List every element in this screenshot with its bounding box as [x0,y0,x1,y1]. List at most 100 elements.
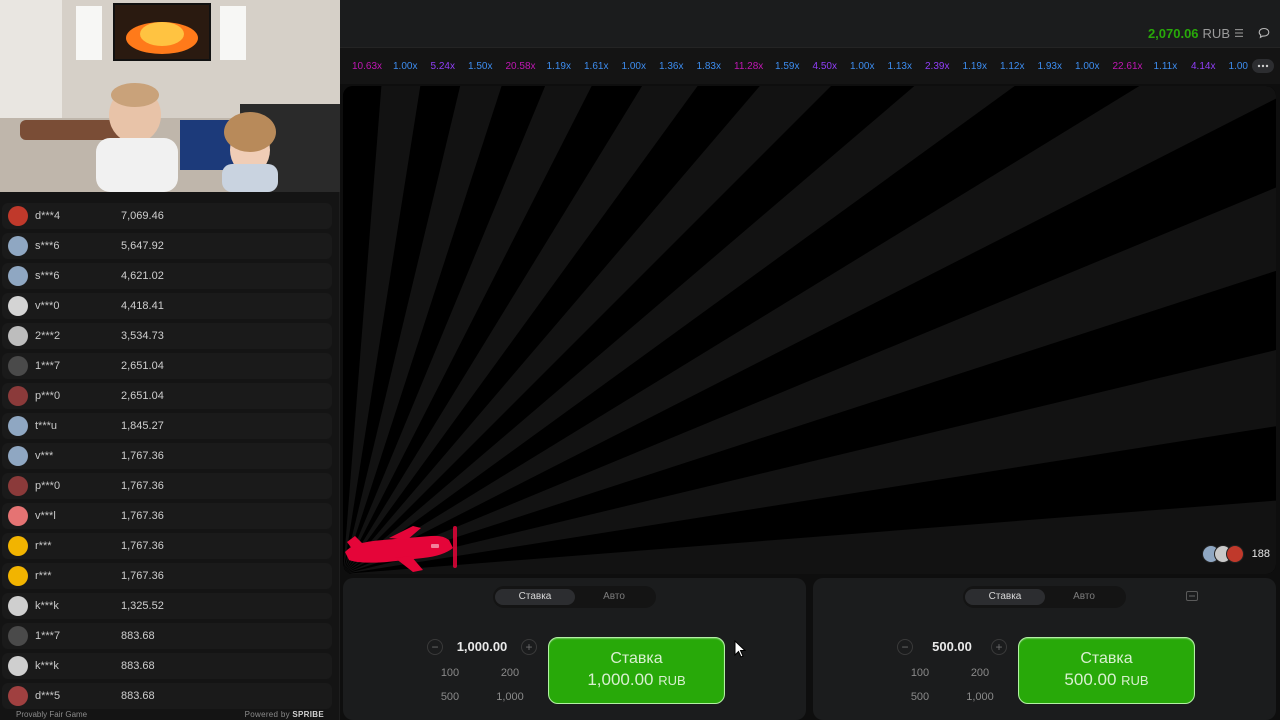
bet-username: k***k [35,600,59,612]
user-avatar [8,566,28,586]
bet-row: d***4 7,069.46 [2,203,332,229]
multiplier-chip[interactable]: 1.19x [547,61,571,72]
multiplier-chip[interactable]: 1.00x [622,61,646,72]
decrease-bet-button[interactable]: − [427,639,443,655]
balance-currency: RUB [1202,26,1230,41]
multiplier-chip[interactable]: 1.61x [584,61,608,72]
quick-amount-500[interactable]: 500 [428,688,472,706]
bet-username: r*** [35,570,52,582]
quick-amount-1000[interactable]: 1,000 [488,688,532,706]
multiplier-chip[interactable]: 1.59x [775,61,799,72]
bet-username: s***6 [35,270,60,282]
chat-bubble-icon[interactable] [1258,27,1270,39]
bet-username: v*** [35,450,54,462]
bet-row: 1***7 2,651.04 [2,353,332,379]
bet-username: p***0 [35,480,61,492]
tab-bet[interactable]: Ставка [495,589,575,605]
bet-row: p***0 2,651.04 [2,383,332,409]
quick-amount-200[interactable]: 200 [488,664,532,682]
bet-username: s***6 [35,240,60,252]
quick-amount-200[interactable]: 200 [958,664,1002,682]
history-more-button[interactable] [1252,59,1274,73]
multiplier-chip[interactable]: 1.50x [468,61,492,72]
multiplier-chip[interactable]: 4.50x [813,61,837,72]
bet-row: t***u 1,845.27 [2,413,332,439]
multiplier-chip[interactable]: 1.11x [1154,61,1178,72]
bet-amount: 1,767.36 [121,480,164,492]
bet-button-label: Ставка [1080,650,1133,667]
multiplier-chip[interactable]: 1.00x [850,61,874,72]
user-avatar [8,386,28,406]
increase-bet-button[interactable]: + [991,639,1007,655]
bet-amount: 883.68 [121,630,155,642]
bet-row: p***0 1,767.36 [2,473,332,499]
hamburger-menu-icon[interactable] [1234,28,1244,38]
bet-button-amount-line: 500.00 RUB [1019,670,1194,690]
multiplier-chip[interactable]: 11.28x [734,61,763,72]
multiplier-chip[interactable]: 1.19x [963,61,987,72]
bet-amount-input[interactable]: 1,000.00 [443,639,521,654]
multiplier-chip[interactable]: 1.13x [888,61,912,72]
multiplier-chip[interactable]: 20.58x [506,61,536,72]
tab-bet[interactable]: Ставка [965,589,1045,605]
multiplier-chip[interactable]: 1.36x [659,61,683,72]
bet-amount: 1,767.36 [121,510,164,522]
player-avatar [1225,545,1244,563]
players-online: 188 [1201,542,1270,566]
multiplier-chip[interactable]: 1.00x [393,61,417,72]
bet-amount: 1,767.36 [121,450,164,462]
multiplier-chip[interactable]: 10.63x [352,61,382,72]
bet-row: k***k 883.68 [2,653,332,679]
bet-username: 1***7 [35,630,61,642]
multiplier-chip[interactable]: 4.14x [1191,61,1215,72]
bet-amount: 2,651.04 [121,360,164,372]
spribe-logo: SPRIBE [292,710,324,719]
balance-amount: 2,070.06 [1147,26,1199,41]
bet-username: r*** [35,540,52,552]
multiplier-chip[interactable]: 1.00 [1229,61,1248,72]
place-bet-button[interactable]: Ставка 1,000.00 RUB [548,637,725,704]
tab-auto[interactable]: Авто [1044,589,1124,605]
user-avatar [8,506,28,526]
players-count: 188 [1251,548,1270,560]
bet-amount: 7,069.46 [121,210,164,222]
user-avatar [8,236,28,256]
powered-by: Powered by SPRIBE [245,710,324,719]
multiplier-chip[interactable]: 2.39x [925,61,949,72]
remove-panel-icon[interactable] [1186,591,1198,601]
webcam-overlay [0,0,340,192]
bet-row: v***0 4,418.41 [2,293,332,319]
bet-button-currency: RUB [1121,673,1149,688]
user-avatar [8,536,28,556]
bet-amount-input[interactable]: 500.00 [913,639,991,654]
quick-amount-500[interactable]: 500 [898,688,942,706]
increase-bet-button[interactable]: + [521,639,537,655]
quick-amount-100[interactable]: 100 [428,664,472,682]
bet-button-amount-line: 1,000.00 RUB [549,670,724,690]
multiplier-chip[interactable]: 1.00x [1075,61,1099,72]
multiplier-history: 10.63x 1.00x 5.24x 1.50x 20.58x 1.19x 1.61x 1.0… [340,48,1280,84]
user-avatar [8,686,28,706]
multiplier-chip[interactable]: 22.61x [1113,61,1143,72]
user-avatar [8,356,28,376]
provably-fair-link[interactable]: Provably Fair Game [16,710,87,719]
bet-row: k***k 1,325.52 [2,593,332,619]
multiplier-chip[interactable]: 1.93x [1038,61,1062,72]
user-avatar [8,266,28,286]
bet-row: v***l 1,767.36 [2,503,332,529]
quick-amount-1000[interactable]: 1,000 [958,688,1002,706]
place-bet-button[interactable]: Ставка 500.00 RUB [1018,637,1195,704]
user-avatar [8,326,28,346]
webcam-image [0,0,340,192]
bet-amount: 5,647.92 [121,240,164,252]
multiplier-chip[interactable]: 1.12x [1000,61,1024,72]
bet-button-amount: 500.00 [1064,670,1117,689]
bet-row: r*** 1,767.36 [2,563,332,589]
quick-amount-100[interactable]: 100 [898,664,942,682]
tab-auto[interactable]: Авто [574,589,654,605]
bet-amount: 1,767.36 [121,540,164,552]
decrease-bet-button[interactable]: − [897,639,913,655]
multiplier-chip[interactable]: 1.83x [697,61,721,72]
user-avatar [8,596,28,616]
multiplier-chip[interactable]: 5.24x [431,61,455,72]
